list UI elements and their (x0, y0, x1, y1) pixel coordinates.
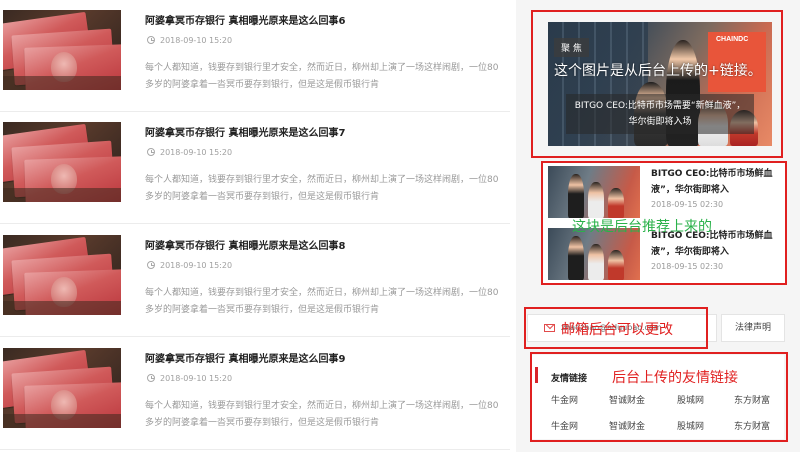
article-item[interactable]: 阿婆拿冥币存银行 真相曝光原来是这么回事9 2018-09-10 15:20 每… (0, 338, 510, 450)
article-date: 2018-09-10 15:20 (147, 148, 232, 157)
recommend-item[interactable]: BITGO CEO:比特币市场鲜血液”，华尔街即将入 2018-09-15 02… (548, 164, 780, 224)
article-thumbnail[interactable] (3, 10, 121, 90)
links-annotation: 后台上传的友情链接 (612, 370, 738, 386)
focus-banner[interactable]: CHAINDC 聚 焦 BITGO CEO:比特币市场需要“新鲜血液”，华尔街即… (548, 22, 772, 146)
recommend-annotation: 这块是后台推荐上来的 (572, 219, 712, 235)
article-excerpt: 每个人都知道，钱要存到银行里才安全，然而近日，柳州却上演了一场这样闹剧，一位80… (145, 288, 499, 315)
article-date: 2018-09-10 15:20 (147, 261, 232, 270)
divider (0, 449, 510, 450)
friend-links: 友情链接 后台上传的友情链接 牛金网 智诚财金 股城网 东方财富 牛金网 智诚财… (532, 355, 784, 439)
contact-bar: zhaozhao@aduubao.com 法律声明 邮箱后台可以更改 (527, 314, 785, 342)
article-date: 2018-09-10 15:20 (147, 374, 232, 383)
article-excerpt: 每个人都知道，钱要存到银行里才安全，然而近日，柳州却上演了一场这样闹剧，一位80… (145, 63, 499, 90)
article-thumbnail[interactable] (3, 235, 121, 315)
article-title[interactable]: 阿婆拿冥币存银行 真相曝光原来是这么回事6 (145, 12, 345, 27)
friend-link[interactable]: 股城网 (677, 419, 704, 432)
friend-links-heading: 友情链接 (551, 374, 588, 384)
email-annotation: 邮箱后台可以更改 (561, 322, 673, 338)
article-title[interactable]: 阿婆拿冥币存银行 真相曝光原来是这么回事9 (145, 350, 345, 365)
divider (0, 223, 510, 224)
article-excerpt: 每个人都知道，钱要存到银行里才安全，然而近日，柳州却上演了一场这样闹剧，一位80… (145, 175, 499, 202)
article-item[interactable]: 阿婆拿冥币存银行 真相曝光原来是这么回事6 2018-09-10 15:20 每… (0, 0, 510, 112)
friend-link[interactable]: 牛金网 (551, 393, 578, 406)
friend-link[interactable]: 智诚财金 (609, 419, 645, 432)
focus-annotation: 这个图片是从后台上传的+链接。 (554, 63, 762, 79)
article-item[interactable]: 阿婆拿冥币存银行 真相曝光原来是这么回事7 2018-09-10 15:20 每… (0, 112, 510, 224)
friend-link[interactable]: 牛金网 (551, 419, 578, 432)
friend-link[interactable]: 智诚财金 (609, 393, 645, 406)
focus-tag: 聚 焦 (554, 38, 589, 57)
article-date: 2018-09-10 15:20 (147, 36, 232, 45)
friend-link[interactable]: 东方财富 (734, 393, 770, 406)
section-marker (535, 367, 538, 383)
article-thumbnail[interactable] (3, 122, 121, 202)
recommend-thumbnail[interactable] (548, 166, 640, 218)
friend-link[interactable]: 东方财富 (734, 419, 770, 432)
divider (0, 336, 510, 337)
article-excerpt: 每个人都知道，钱要存到银行里才安全，然而近日，柳州却上演了一场这样闹剧，一位80… (145, 401, 499, 428)
recommend-panel: BITGO CEO:比特币市场鲜血液”，华尔街即将入 2018-09-15 02… (542, 162, 786, 284)
clock-icon (147, 36, 155, 44)
legal-link[interactable]: 法律声明 (721, 314, 785, 342)
article-title[interactable]: 阿婆拿冥币存银行 真相曝光原来是这么回事7 (145, 124, 345, 139)
clock-icon (147, 148, 155, 156)
recommend-date: 2018-09-15 02:30 (651, 262, 724, 271)
recommend-title[interactable]: BITGO CEO:比特币市场鲜血液”，华尔街即将入 (651, 166, 777, 198)
article-thumbnail[interactable] (3, 348, 121, 428)
friend-link[interactable]: 股城网 (677, 393, 704, 406)
focus-caption[interactable]: BITGO CEO:比特币市场需要“新鲜血液”，华尔街即将入场 (566, 94, 754, 134)
article-list: 阿婆拿冥币存银行 真相曝光原来是这么回事6 2018-09-10 15:20 每… (0, 0, 516, 452)
article-title[interactable]: 阿婆拿冥币存银行 真相曝光原来是这么回事8 (145, 237, 345, 252)
recommend-date: 2018-09-15 02:30 (651, 200, 724, 209)
article-item[interactable]: 阿婆拿冥币存银行 真相曝光原来是这么回事8 2018-09-10 15:20 每… (0, 225, 510, 337)
mail-icon (544, 324, 555, 332)
clock-icon (147, 261, 155, 269)
clock-icon (147, 374, 155, 382)
